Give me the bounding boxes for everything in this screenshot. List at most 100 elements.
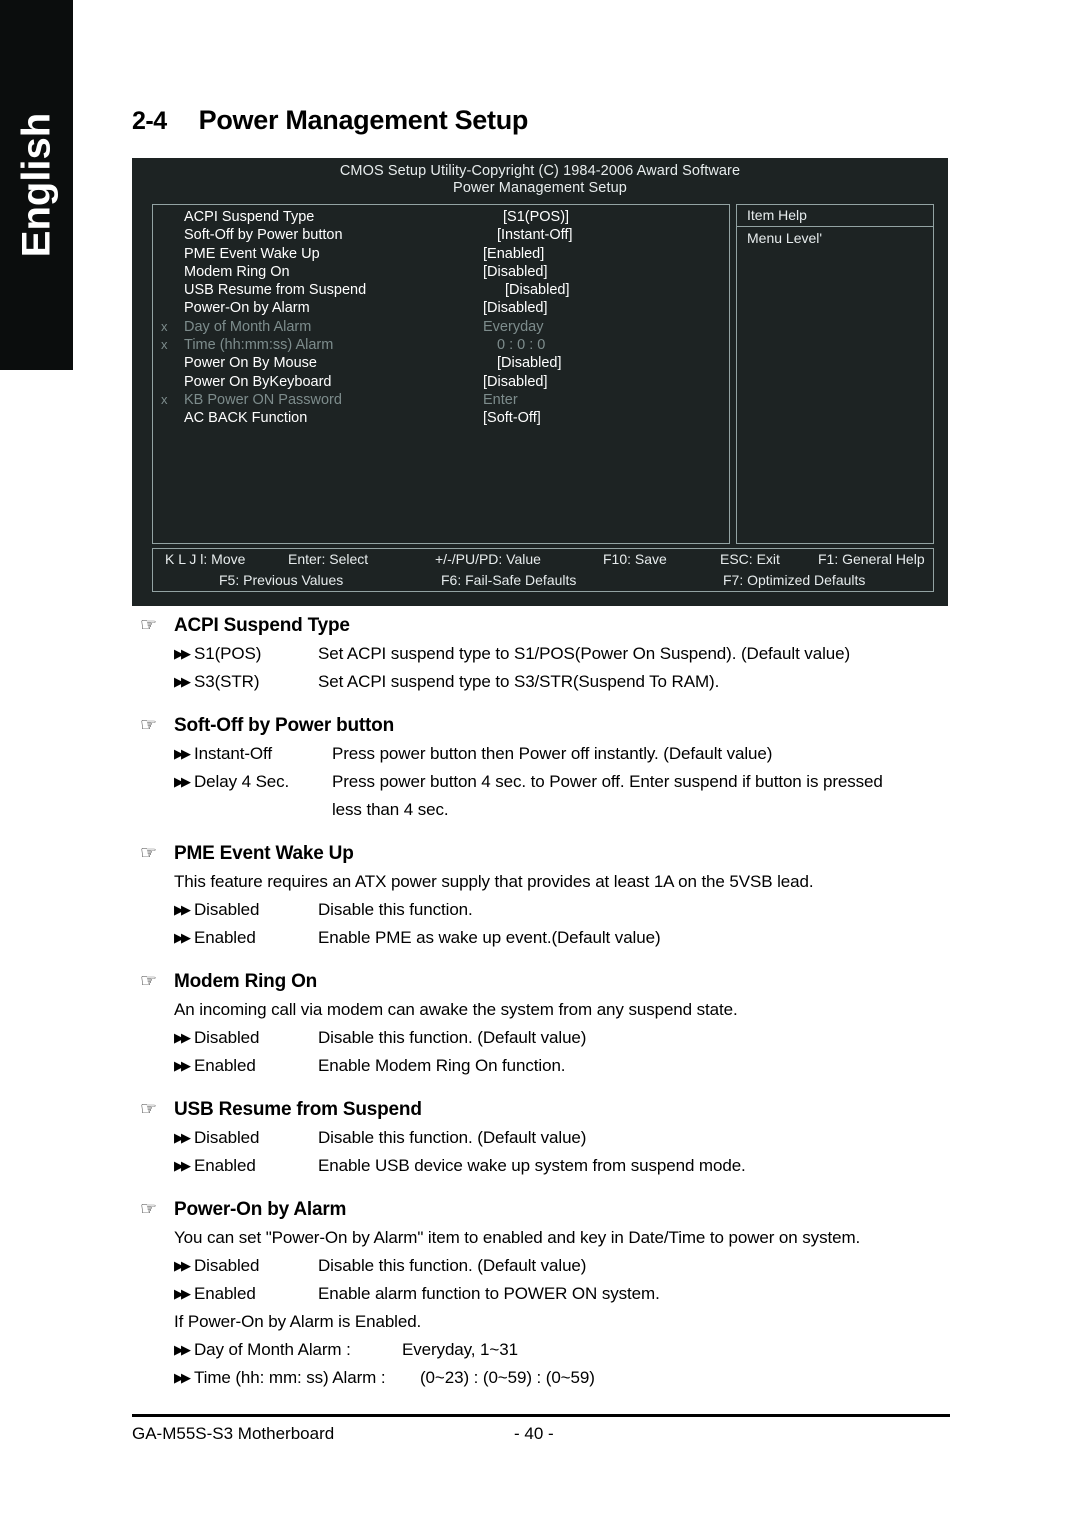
page-title: Power Management Setup — [198, 105, 529, 135]
option-description: Disable this function. — [318, 900, 473, 919]
language-tab: English — [0, 0, 73, 370]
bios-key-hint: F6: Fail-Safe Defaults — [441, 572, 577, 588]
pointing-hand-icon: ☞ — [140, 615, 157, 636]
option-row: ▶▶ Instant-Off Press power button then Pow… — [132, 740, 960, 768]
bios-row-label: Power-On by Alarm — [184, 300, 310, 317]
bios-key-hint: F7: Optimized Defaults — [723, 572, 866, 588]
bios-setting-row[interactable]: Power On ByKeyboard [Disabled] — [153, 373, 729, 391]
bios-setting-row[interactable]: Modem Ring On [Disabled] — [153, 263, 729, 281]
option-description: Enable alarm function to POWER ON system… — [318, 1284, 660, 1303]
option-row: ▶▶ Disabled Disable this function. (Defaul… — [132, 1124, 960, 1152]
item-help-menu-level: Menu Level' — [747, 230, 823, 246]
option-description: Enable Modem Ring On function. — [318, 1056, 566, 1075]
bios-setting-row[interactable]: x Time (hh:mm:ss) Alarm 0 : 0 : 0 — [153, 336, 729, 354]
option-description: Disable this function. (Default value) — [318, 1128, 587, 1147]
bios-row-value[interactable]: [Disabled] — [483, 263, 547, 281]
bios-setting-row[interactable]: x Day of Month Alarm Everyday — [153, 318, 729, 336]
option-description: Set ACPI suspend type to S1/POS(Power On… — [318, 644, 851, 663]
bios-setting-row[interactable]: ACPI Suspend Type [S1(POS)] — [153, 208, 729, 226]
section-number: 2-4 — [132, 107, 167, 135]
option-name: Enabled — [194, 1156, 256, 1175]
double-arrow-icon: ▶▶ — [174, 746, 191, 761]
bios-row-value[interactable]: Everyday — [483, 318, 543, 336]
doc-paragraph: This feature requires an ATX power suppl… — [174, 872, 814, 891]
bios-row-value[interactable]: Enter — [483, 391, 518, 409]
option-name: Disabled — [194, 1128, 260, 1147]
double-arrow-icon: ▶▶ — [174, 1342, 191, 1357]
item-help-header: Item Help — [737, 205, 933, 227]
bios-row-value[interactable]: [Disabled] — [505, 281, 569, 299]
option-row: ▶▶ Enabled Enable alarm function to POWER … — [132, 1280, 960, 1308]
bios-key-legend-line1: K L J l: Move Enter: Select +/-/PU/PD: Val… — [153, 549, 933, 570]
option-description-continued: less than 4 sec. — [332, 800, 449, 819]
doc-section-heading: ☞ Modem Ring On — [132, 968, 960, 996]
bios-setting-row[interactable]: Power-On by Alarm [Disabled] — [153, 299, 729, 317]
bios-settings-list: ACPI Suspend Type [S1(POS)] Soft-Off by Po… — [152, 204, 730, 544]
bios-key-hint: F1: General Help — [818, 551, 925, 567]
option-description: Enable PME as wake up event.(Default val… — [318, 928, 661, 947]
option-name: Disabled — [194, 1028, 260, 1047]
bios-key-legend: K L J l: Move Enter: Select +/-/PU/PD: Val… — [152, 548, 934, 592]
doc-section-heading-text: PME Event Wake Up — [174, 843, 354, 864]
bios-setting-row[interactable]: USB Resume from Suspend [Disabled] — [153, 281, 729, 299]
bios-row-label: KB Power ON Password — [184, 391, 342, 408]
doc-section-heading: ☞ PME Event Wake Up — [132, 840, 960, 868]
bios-row-disabled-marker: x — [161, 337, 168, 353]
bios-title-line1: CMOS Setup Utility-Copyright (C) 1984-20… — [339, 163, 741, 179]
bios-row-value[interactable]: [Instant-Off] — [497, 226, 573, 244]
option-name: Day of Month Alarm : — [194, 1340, 351, 1359]
option-description: Disable this function. (Default value) — [318, 1028, 587, 1047]
doc-section-heading: ☞ USB Resume from Suspend — [132, 1096, 960, 1124]
doc-section-heading-text: ACPI Suspend Type — [174, 615, 350, 636]
option-name: Enabled — [194, 1056, 256, 1075]
double-arrow-icon: ▶▶ — [174, 1286, 191, 1301]
option-row: ▶▶ Time (hh: mm: ss) Alarm : (0~23) : (0~5… — [132, 1364, 960, 1392]
bios-row-value[interactable]: [Disabled] — [483, 373, 547, 391]
option-row: ▶▶ Day of Month Alarm : Everyday, 1~31 — [132, 1336, 960, 1364]
bios-row-value[interactable]: [Disabled] — [483, 299, 547, 317]
bios-row-label: PME Event Wake Up — [184, 245, 320, 262]
bios-setting-row[interactable]: x KB Power ON Password Enter — [153, 391, 729, 409]
bios-row-label: USB Resume from Suspend — [184, 282, 367, 299]
option-row: ▶▶ Disabled Disable this function. — [132, 896, 960, 924]
double-arrow-icon: ▶▶ — [174, 1030, 191, 1045]
option-name: Disabled — [194, 1256, 260, 1275]
bios-item-help-panel: Item Help Menu Level' — [736, 204, 934, 544]
bios-key-hint: F10: Save — [603, 551, 667, 567]
double-arrow-icon: ▶▶ — [174, 1130, 191, 1145]
page-content: 2-4 Power Management Setup CMOS Setup Ut… — [132, 0, 960, 1532]
bios-key-legend-line2: F5: Previous Values F6: Fail-Safe Default… — [153, 570, 933, 591]
bios-row-label: Time (hh:mm:ss) Alarm — [184, 337, 334, 354]
bios-body: ACPI Suspend Type [S1(POS)] Soft-Off by Po… — [152, 204, 934, 544]
bios-row-value[interactable]: 0 : 0 : 0 — [497, 336, 545, 354]
option-name: Disabled — [194, 900, 260, 919]
pointing-hand-icon: ☞ — [140, 1199, 157, 1220]
pointing-hand-icon: ☞ — [140, 1099, 157, 1120]
option-description: Disable this function. (Default value) — [318, 1256, 587, 1275]
section-heading: 2-4 Power Management Setup — [132, 105, 528, 136]
double-arrow-icon: ▶▶ — [174, 1370, 191, 1385]
bios-setting-row[interactable]: Power On By Mouse [Disabled] — [153, 354, 729, 372]
bios-setting-row[interactable]: AC BACK Function [Soft-Off] — [153, 409, 729, 427]
option-row: ▶▶ Enabled Enable USB device wake up syste… — [132, 1152, 960, 1180]
option-description: Press power button then Power off instan… — [332, 744, 773, 763]
bios-row-value[interactable]: [Enabled] — [483, 245, 544, 263]
bios-row-value[interactable]: [S1(POS)] — [503, 208, 569, 226]
language-tab-label: English — [14, 112, 58, 258]
bios-key-hint: K L J l: Move — [165, 551, 246, 567]
option-name: Instant-Off — [194, 744, 272, 763]
bios-row-value[interactable]: [Disabled] — [497, 354, 561, 372]
double-arrow-icon: ▶▶ — [174, 1158, 191, 1173]
bios-setting-row[interactable]: Soft-Off by Power button [Instant-Off] — [153, 226, 729, 244]
doc-paragraph: You can set "Power-On by Alarm" item to … — [174, 1228, 861, 1247]
bios-title-line2: Power Management Setup — [453, 180, 627, 196]
option-row: ▶▶ Disabled Disable this function. (Defaul… — [132, 1252, 960, 1280]
bios-row-label: Soft-Off by Power button — [184, 227, 343, 244]
doc-section-heading: ☞ ACPI Suspend Type — [132, 612, 960, 640]
option-description: Set ACPI suspend type to S3/STR(Suspend … — [318, 672, 720, 691]
option-row: ▶▶ S3(STR) Set ACPI suspend type to S3/STR… — [132, 668, 960, 696]
option-row: ▶▶ Enabled Enable Modem Ring On function. — [132, 1052, 960, 1080]
bios-row-value[interactable]: [Soft-Off] — [483, 409, 541, 427]
bios-setting-row[interactable]: PME Event Wake Up [Enabled] — [153, 245, 729, 263]
bios-row-disabled-marker: x — [161, 391, 168, 407]
